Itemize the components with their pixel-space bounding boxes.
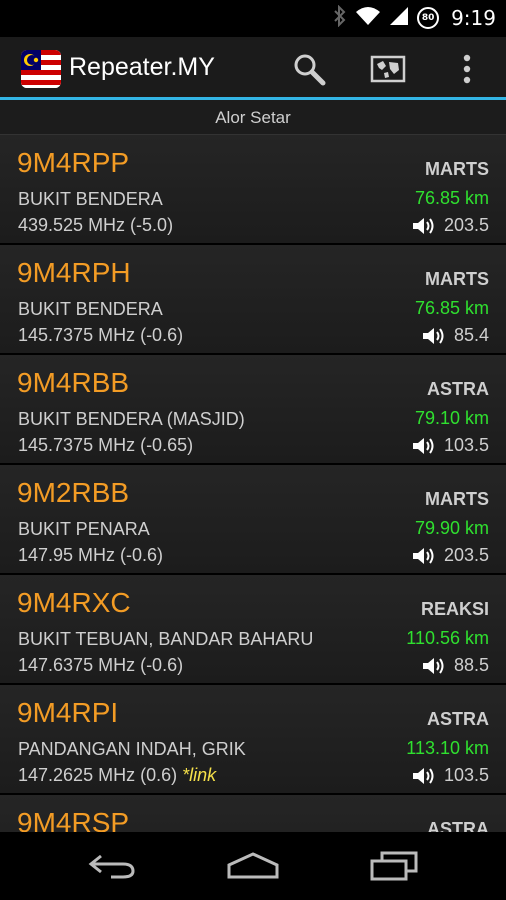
bluetooth-icon [333,4,347,31]
battery-icon: 80 [417,7,440,29]
overflow-menu-icon[interactable] [449,51,485,87]
list-item[interactable]: 9M4RPP BUKIT BENDERA 439.525 MHz (-5.0) … [0,135,506,245]
speaker-icon [422,327,444,344]
organization: ASTRA [427,709,489,729]
list-item[interactable]: 9M4RPH BUKIT BENDERA 145.7375 MHz (-0.6)… [0,245,506,355]
tone: 103.5 [412,765,489,786]
speaker-icon [412,437,434,454]
list-item[interactable]: 9M4RXC BUKIT TEBUAN, BANDAR BAHARU 147.6… [0,575,506,685]
distance: 79.90 km [414,518,489,538]
speaker-icon [412,767,434,784]
frequency: 147.2625 MHz (0.6) *link [18,765,217,785]
organization: MARTS [425,269,489,289]
speaker-icon [412,547,434,564]
home-button[interactable] [223,848,283,884]
site-location: PANDANGAN INDAH, GRIK [18,739,246,759]
app-title: Repeater.MY [69,53,215,81]
back-button[interactable] [82,848,142,884]
site-location: BUKIT TEBUAN, BANDAR BAHARU [18,629,314,649]
list-item[interactable]: 9M2RBB BUKIT PENARA 147.95 MHz (-0.6) MA… [0,465,506,575]
site-location: BUKIT BENDERA (MASJID) [18,409,245,429]
callsign: 9M4RPP [17,147,130,178]
callsign: 9M4RPH [17,257,131,288]
distance: 79.10 km [414,408,489,428]
organization: MARTS [425,489,489,509]
list-item[interactable]: 9M4RPI PANDANGAN INDAH, GRIK 147.2625 MH… [0,685,506,795]
distance: 113.10 km [406,738,489,758]
recent-apps-button[interactable] [364,848,424,884]
callsign: 9M4RXC [17,587,131,618]
speaker-icon [412,217,434,234]
frequency: 147.95 MHz (-0.6) [18,545,164,565]
navigation-bar [0,832,506,900]
organization: ASTRA [427,819,489,832]
tone: 103.5 [412,435,489,456]
wifi-icon [355,6,381,30]
clock: 9:19 [451,6,496,30]
frequency: 145.7375 MHz (-0.65) [18,435,194,455]
site-location: BUKIT PENARA [18,519,150,539]
recent-apps-icon [370,851,418,881]
map-icon[interactable] [370,51,406,87]
frequency: 439.525 MHz (-5.0) [18,215,174,235]
tone: 203.5 [412,215,489,236]
organization: MARTS [425,159,489,179]
site-location: BUKIT BENDERA [18,299,163,319]
speaker-icon [422,657,444,674]
callsign: 9M4RSP [17,807,130,832]
search-icon[interactable] [291,51,327,87]
tone: 88.5 [422,655,489,676]
list-item[interactable]: 9M4RBB BUKIT BENDERA (MASJID) 145.7375 M… [0,355,506,465]
app-logo-icon[interactable] [21,50,61,88]
signal-icon [389,6,409,30]
status-icons: 80 9:19 [333,4,496,31]
site-location: BUKIT BENDERA [18,189,163,209]
distance: 110.56 km [406,628,489,648]
status-bar: 80 9:19 [0,0,506,37]
action-bar: Repeater.MY [0,37,506,100]
callsign: 9M4RPI [17,697,119,728]
location-header: Alor Setar [0,100,506,135]
callsign: 9M2RBB [17,477,130,508]
back-icon [88,854,135,879]
organization: ASTRA [427,379,489,399]
home-icon [227,852,279,879]
frequency: 147.6375 MHz (-0.6) [18,655,184,675]
callsign: 9M4RBB [17,367,130,398]
tone: 85.4 [422,325,489,346]
repeater-list[interactable]: 9M4RPP BUKIT BENDERA 439.525 MHz (-5.0) … [0,135,506,832]
link-badge: *link [182,765,217,785]
tone: 203.5 [412,545,489,566]
list-item[interactable]: 9M4RSP ASTRA [0,795,506,832]
organization: REAKSI [420,599,489,619]
frequency: 145.7375 MHz (-0.6) [18,325,184,345]
distance: 76.85 km [414,298,489,318]
distance: 76.85 km [414,188,489,208]
